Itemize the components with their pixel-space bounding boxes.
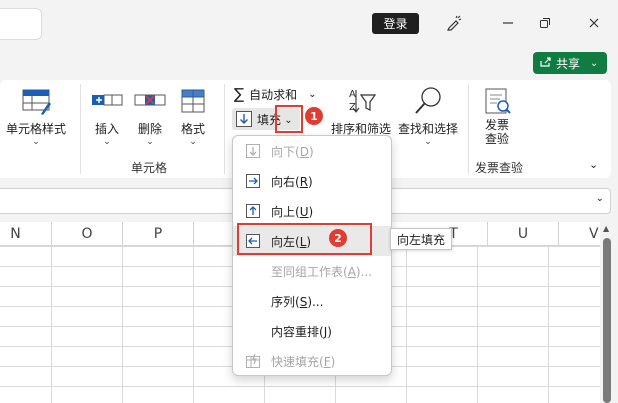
menu-item-accelerator: R	[299, 174, 309, 189]
menu-item-text: 向下(	[271, 144, 300, 159]
cell-style-icon	[22, 89, 51, 115]
find-select-button[interactable]: 查找和选择 ⌄	[398, 86, 458, 147]
menu-item-suffix: )...	[307, 294, 324, 309]
menu-item-text: 内容重排(	[271, 324, 324, 339]
svg-text:A: A	[349, 89, 356, 100]
flash-fill-icon	[246, 353, 260, 368]
annotation-box-2	[237, 223, 372, 255]
fill-up-icon	[246, 204, 260, 218]
vertical-scrollbar[interactable]: ▲	[603, 222, 611, 403]
menu-item-fill-right[interactable]: 向右(R)	[233, 166, 391, 196]
menu-item-text: 向上(	[271, 204, 300, 219]
format-chevron-icon: ⌄	[189, 137, 197, 147]
invoice-check-label-line2: 查验	[484, 132, 509, 146]
formula-expand-chevron-icon[interactable]: ⌄	[596, 193, 604, 204]
autosum-chevron-icon: ⌄	[308, 88, 317, 100]
share-label: 共享	[556, 56, 581, 71]
login-button[interactable]: 登录	[372, 13, 419, 34]
sort-filter-icon: A Z	[349, 89, 377, 113]
scroll-up-icon[interactable]: ▲	[603, 224, 609, 233]
ribbon-separator	[224, 84, 225, 174]
menu-item-fill-across-sheets[interactable]: 至同组工作表(A)...	[233, 256, 391, 286]
pen-icon[interactable]	[443, 12, 465, 34]
menu-item-fill-down[interactable]: 向下(D)	[233, 136, 391, 166]
menu-item-text: 至同组工作表(	[271, 264, 348, 279]
annotation-badge-2: 2	[329, 229, 347, 247]
insert-label: 插入	[94, 122, 119, 136]
autosum-label: 自动求和	[249, 87, 298, 102]
ribbon-separator	[80, 84, 81, 174]
menu-item-label: 快速填充(F)	[271, 353, 335, 370]
invoice-check-label-line1: 发票	[484, 118, 509, 132]
sigma-icon: ∑	[234, 85, 245, 103]
search-box[interactable]	[0, 8, 42, 40]
minimize-icon[interactable]	[497, 12, 519, 34]
menu-item-label: 序列(S)...	[271, 293, 323, 310]
menu-item-series[interactable]: 序列(S)...	[233, 286, 391, 316]
menu-item-accelerator: F	[323, 354, 331, 369]
menu-item-text: 序列(	[271, 294, 300, 309]
title-bar: 登录	[0, 0, 618, 46]
share-button[interactable]: 共享 ⌄	[533, 52, 607, 74]
annotation-box-1	[275, 105, 303, 133]
column-header-p[interactable]: P	[122, 222, 193, 246]
invoice-check-label: 发票 查验	[485, 118, 509, 146]
invoice-check-button[interactable]: 发票 查验	[480, 86, 514, 146]
menu-item-suffix: )	[308, 204, 314, 219]
find-select-label: 查找和选择	[398, 122, 459, 136]
insert-chevron-icon: ⌄	[103, 137, 111, 147]
menu-item-label: 内容重排(J)	[271, 323, 332, 340]
menu-item-justify[interactable]: 内容重排(J)	[233, 316, 391, 346]
menu-item-suffix: )	[308, 144, 314, 159]
share-caret-icon[interactable]: ⌄	[590, 58, 598, 69]
menu-item-text: 向右(	[271, 174, 300, 189]
restore-icon[interactable]	[534, 12, 556, 34]
cell-style-button[interactable]: 单元格样式 ⌄	[6, 86, 66, 147]
menu-item-fill-up[interactable]: 向上(U)	[233, 196, 391, 226]
menu-item-label: 至同组工作表(A)...	[271, 263, 372, 280]
invoice-check-icon	[485, 88, 511, 114]
find-select-chevron-icon: ⌄	[424, 137, 432, 147]
menu-item-suffix: )	[308, 174, 313, 189]
scrollbar-thumb[interactable]	[603, 238, 611, 403]
menu-item-accelerator: A	[347, 264, 356, 279]
menu-item-label: 向上(U)	[271, 203, 313, 220]
invoice-group-label: 发票查验	[475, 161, 524, 175]
menu-item-flash-fill[interactable]: 快速填充(F)	[233, 346, 391, 376]
fill-left-tooltip: 向左填充	[390, 228, 453, 250]
menu-item-label: 向右(R)	[271, 173, 313, 190]
fill-right-icon	[246, 174, 260, 188]
cells-group-label: 单元格	[131, 161, 168, 175]
cell-style-chevron-icon: ⌄	[32, 137, 40, 147]
fill-down-icon	[246, 144, 260, 158]
fill-dropdown-menu: 向下(D) 向右(R) 向上(U) 向左(L) 至同组工作表(A)... 序列(…	[232, 135, 392, 376]
annotation-badge-1: 1	[305, 107, 323, 125]
menu-item-suffix: )...	[355, 264, 373, 279]
menu-item-text: 快速填充(	[271, 354, 324, 369]
delete-cells-icon	[134, 94, 166, 106]
format-label: 格式	[180, 122, 205, 136]
format-button[interactable]: 格式 ⌄	[176, 86, 210, 147]
insert-button[interactable]: 插入 ⌄	[90, 86, 124, 147]
ribbon-collapse-chevron-icon[interactable]: ⌄	[589, 158, 598, 171]
autosum-button[interactable]: ∑ 自动求和 ⌄	[234, 84, 317, 104]
menu-item-suffix: )	[327, 324, 332, 339]
share-icon	[539, 55, 552, 71]
insert-cells-icon	[92, 94, 123, 106]
menu-item-accelerator: D	[299, 144, 309, 159]
menu-item-suffix: )	[330, 354, 336, 369]
cell-style-label: 单元格样式	[6, 122, 67, 136]
column-header-o[interactable]: O	[51, 222, 122, 246]
fill-down-icon	[236, 111, 252, 127]
ribbon-separator	[468, 84, 469, 174]
delete-label: 删除	[137, 122, 162, 136]
magnifier-icon	[415, 87, 441, 114]
format-cells-icon	[181, 89, 205, 113]
column-header-u[interactable]: U	[487, 222, 558, 246]
column-header-n[interactable]: N	[0, 222, 51, 246]
close-icon[interactable]	[583, 12, 605, 34]
delete-chevron-icon: ⌄	[146, 137, 154, 147]
menu-item-label: 向下(D)	[271, 143, 314, 160]
delete-button[interactable]: 删除 ⌄	[133, 86, 167, 147]
